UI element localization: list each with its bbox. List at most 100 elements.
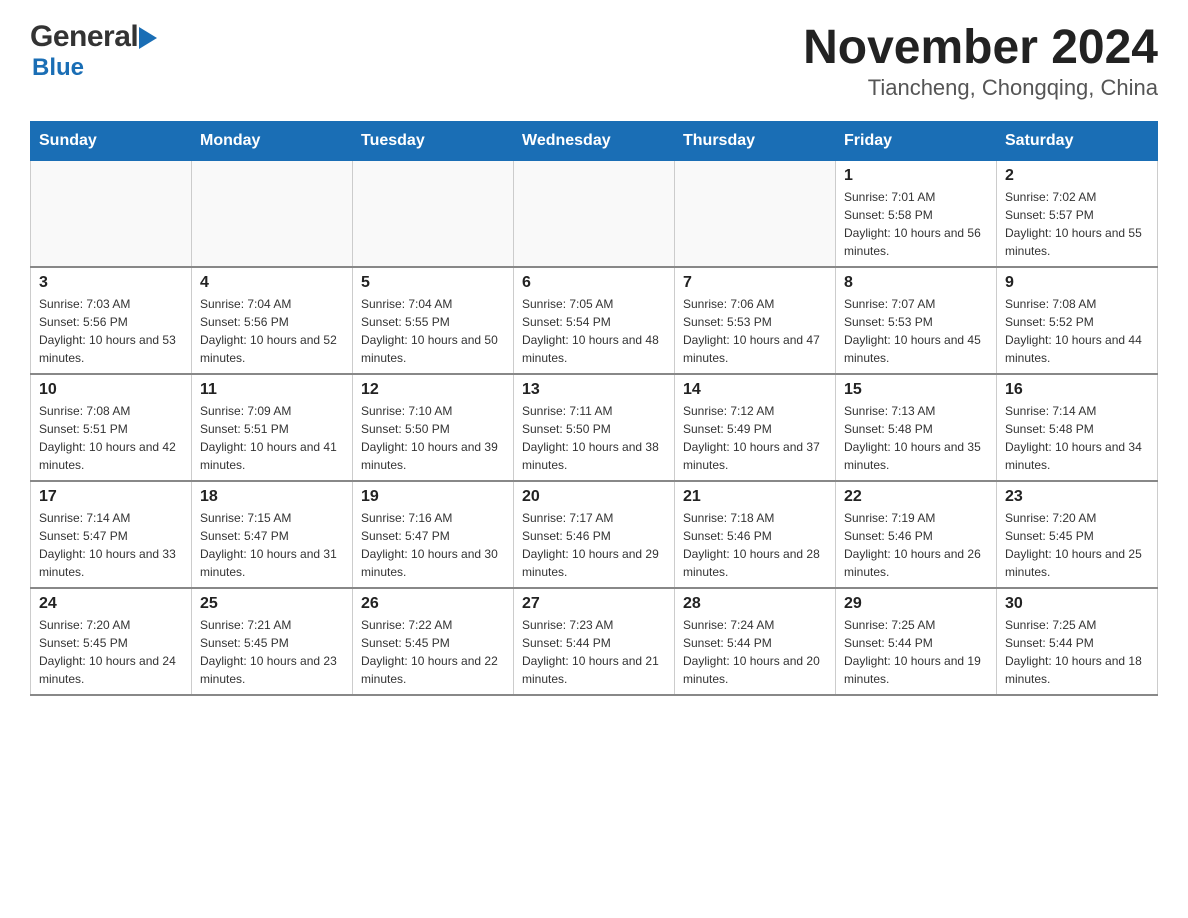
day-info: Sunrise: 7:16 AMSunset: 5:47 PMDaylight:…: [361, 509, 505, 581]
day-number: 21: [683, 488, 827, 506]
day-number: 4: [200, 274, 344, 292]
day-number: 28: [683, 595, 827, 613]
calendar-cell: [192, 161, 353, 268]
calendar-cell: 13Sunrise: 7:11 AMSunset: 5:50 PMDayligh…: [514, 374, 675, 481]
day-info: Sunrise: 7:25 AMSunset: 5:44 PMDaylight:…: [1005, 616, 1149, 688]
day-number: 16: [1005, 381, 1149, 399]
calendar-body: 1 Sunrise: 7:01 AMSunset: 5:58 PMDaylight…: [31, 161, 1158, 696]
day-info: Sunrise: 7:23 AMSunset: 5:44 PMDaylight:…: [522, 616, 666, 688]
calendar-cell: 21 Sunrise: 7:18 AMSunset: 5:46 PMDayligh…: [675, 481, 836, 588]
day-number: 10: [39, 381, 183, 399]
day-number: 14: [683, 381, 827, 399]
day-number: 12: [361, 381, 505, 399]
day-number: 2: [1005, 167, 1149, 185]
calendar-cell: 27 Sunrise: 7:23 AMSunset: 5:44 PMDayligh…: [514, 588, 675, 695]
logo-blue-text: Blue: [32, 54, 84, 81]
calendar-cell: 2 Sunrise: 7:02 AMSunset: 5:57 PMDaylight…: [997, 161, 1158, 268]
day-number: 3: [39, 274, 183, 292]
calendar-cell: 25 Sunrise: 7:21 AMSunset: 5:45 PMDayligh…: [192, 588, 353, 695]
day-info: Sunrise: 7:15 AMSunset: 5:47 PMDaylight:…: [200, 509, 344, 581]
calendar-cell: 26 Sunrise: 7:22 AMSunset: 5:45 PMDayligh…: [353, 588, 514, 695]
calendar-table: SundayMondayTuesdayWednesdayThursdayFrid…: [30, 121, 1158, 696]
calendar-cell: 7 Sunrise: 7:06 AMSunset: 5:53 PMDaylight…: [675, 267, 836, 374]
day-info: Sunrise: 7:02 AMSunset: 5:57 PMDaylight:…: [1005, 188, 1149, 260]
day-number: 5: [361, 274, 505, 292]
day-info: Sunrise: 7:04 AMSunset: 5:56 PMDaylight:…: [200, 295, 344, 367]
calendar-cell: 3 Sunrise: 7:03 AMSunset: 5:56 PMDaylight…: [31, 267, 192, 374]
calendar-cell: 23Sunrise: 7:20 AMSunset: 5:45 PMDayligh…: [997, 481, 1158, 588]
day-of-week-header: Wednesday: [514, 122, 675, 161]
day-info: Sunrise: 7:08 AMSunset: 5:51 PMDaylight:…: [39, 402, 183, 474]
day-info: Sunrise: 7:17 AMSunset: 5:46 PMDaylight:…: [522, 509, 666, 581]
calendar-cell: 14 Sunrise: 7:12 AMSunset: 5:49 PMDayligh…: [675, 374, 836, 481]
day-info: Sunrise: 7:13 AMSunset: 5:48 PMDaylight:…: [844, 402, 988, 474]
day-number: 27: [522, 595, 666, 613]
day-of-week-header: Saturday: [997, 122, 1158, 161]
calendar-week-row: 24 Sunrise: 7:20 AMSunset: 5:45 PMDayligh…: [31, 588, 1158, 695]
calendar-cell: 15 Sunrise: 7:13 AMSunset: 5:48 PMDayligh…: [836, 374, 997, 481]
day-number: 26: [361, 595, 505, 613]
logo: General Blue: [30, 20, 161, 82]
calendar-week-row: 1 Sunrise: 7:01 AMSunset: 5:58 PMDaylight…: [31, 161, 1158, 268]
day-number: 24: [39, 595, 183, 613]
day-info: Sunrise: 7:22 AMSunset: 5:45 PMDaylight:…: [361, 616, 505, 688]
day-of-week-header: Friday: [836, 122, 997, 161]
day-number: 11: [200, 381, 344, 399]
day-number: 29: [844, 595, 988, 613]
calendar-cell: 29 Sunrise: 7:25 AMSunset: 5:44 PMDayligh…: [836, 588, 997, 695]
day-number: 20: [522, 488, 666, 506]
day-info: Sunrise: 7:03 AMSunset: 5:56 PMDaylight:…: [39, 295, 183, 367]
calendar-week-row: 17Sunrise: 7:14 AMSunset: 5:47 PMDayligh…: [31, 481, 1158, 588]
day-info: Sunrise: 7:01 AMSunset: 5:58 PMDaylight:…: [844, 188, 988, 260]
calendar-cell: 30 Sunrise: 7:25 AMSunset: 5:44 PMDayligh…: [997, 588, 1158, 695]
day-number: 8: [844, 274, 988, 292]
day-info: Sunrise: 7:24 AMSunset: 5:44 PMDaylight:…: [683, 616, 827, 688]
calendar-cell: 1 Sunrise: 7:01 AMSunset: 5:58 PMDaylight…: [836, 161, 997, 268]
days-of-week-row: SundayMondayTuesdayWednesdayThursdayFrid…: [31, 122, 1158, 161]
calendar-cell: [353, 161, 514, 268]
day-number: 9: [1005, 274, 1149, 292]
calendar-week-row: 10 Sunrise: 7:08 AMSunset: 5:51 PMDayligh…: [31, 374, 1158, 481]
calendar-cell: 20 Sunrise: 7:17 AMSunset: 5:46 PMDayligh…: [514, 481, 675, 588]
day-number: 15: [844, 381, 988, 399]
day-number: 22: [844, 488, 988, 506]
day-number: 1: [844, 167, 988, 185]
day-info: Sunrise: 7:11 AMSunset: 5:50 PMDaylight:…: [522, 402, 666, 474]
calendar-title: November 2024: [803, 20, 1158, 75]
day-info: Sunrise: 7:18 AMSunset: 5:46 PMDaylight:…: [683, 509, 827, 581]
day-info: Sunrise: 7:05 AMSunset: 5:54 PMDaylight:…: [522, 295, 666, 367]
day-info: Sunrise: 7:06 AMSunset: 5:53 PMDaylight:…: [683, 295, 827, 367]
day-of-week-header: Thursday: [675, 122, 836, 161]
calendar-cell: [31, 161, 192, 268]
calendar-cell: 16 Sunrise: 7:14 AMSunset: 5:48 PMDayligh…: [997, 374, 1158, 481]
day-info: Sunrise: 7:12 AMSunset: 5:49 PMDaylight:…: [683, 402, 827, 474]
day-info: Sunrise: 7:10 AMSunset: 5:50 PMDaylight:…: [361, 402, 505, 474]
logo-general-text: General: [30, 20, 138, 54]
calendar-cell: 17Sunrise: 7:14 AMSunset: 5:47 PMDayligh…: [31, 481, 192, 588]
day-number: 7: [683, 274, 827, 292]
day-of-week-header: Sunday: [31, 122, 192, 161]
day-info: Sunrise: 7:04 AMSunset: 5:55 PMDaylight:…: [361, 295, 505, 367]
calendar-cell: 11Sunrise: 7:09 AMSunset: 5:51 PMDayligh…: [192, 374, 353, 481]
calendar-cell: 5 Sunrise: 7:04 AMSunset: 5:55 PMDaylight…: [353, 267, 514, 374]
day-number: 25: [200, 595, 344, 613]
day-number: 19: [361, 488, 505, 506]
day-info: Sunrise: 7:08 AMSunset: 5:52 PMDaylight:…: [1005, 295, 1149, 367]
day-of-week-header: Monday: [192, 122, 353, 161]
day-info: Sunrise: 7:20 AMSunset: 5:45 PMDaylight:…: [1005, 509, 1149, 581]
calendar-cell: 9 Sunrise: 7:08 AMSunset: 5:52 PMDaylight…: [997, 267, 1158, 374]
day-number: 30: [1005, 595, 1149, 613]
calendar-subtitle: Tiancheng, Chongqing, China: [803, 75, 1158, 101]
calendar-cell: 18 Sunrise: 7:15 AMSunset: 5:47 PMDayligh…: [192, 481, 353, 588]
calendar-cell: 22Sunrise: 7:19 AMSunset: 5:46 PMDayligh…: [836, 481, 997, 588]
calendar-cell: 24 Sunrise: 7:20 AMSunset: 5:45 PMDayligh…: [31, 588, 192, 695]
calendar-cell: 10 Sunrise: 7:08 AMSunset: 5:51 PMDayligh…: [31, 374, 192, 481]
day-info: Sunrise: 7:25 AMSunset: 5:44 PMDaylight:…: [844, 616, 988, 688]
day-info: Sunrise: 7:20 AMSunset: 5:45 PMDaylight:…: [39, 616, 183, 688]
calendar-header: SundayMondayTuesdayWednesdayThursdayFrid…: [31, 122, 1158, 161]
day-number: 18: [200, 488, 344, 506]
calendar-cell: 19 Sunrise: 7:16 AMSunset: 5:47 PMDayligh…: [353, 481, 514, 588]
day-info: Sunrise: 7:14 AMSunset: 5:48 PMDaylight:…: [1005, 402, 1149, 474]
day-info: Sunrise: 7:14 AMSunset: 5:47 PMDaylight:…: [39, 509, 183, 581]
day-info: Sunrise: 7:21 AMSunset: 5:45 PMDaylight:…: [200, 616, 344, 688]
